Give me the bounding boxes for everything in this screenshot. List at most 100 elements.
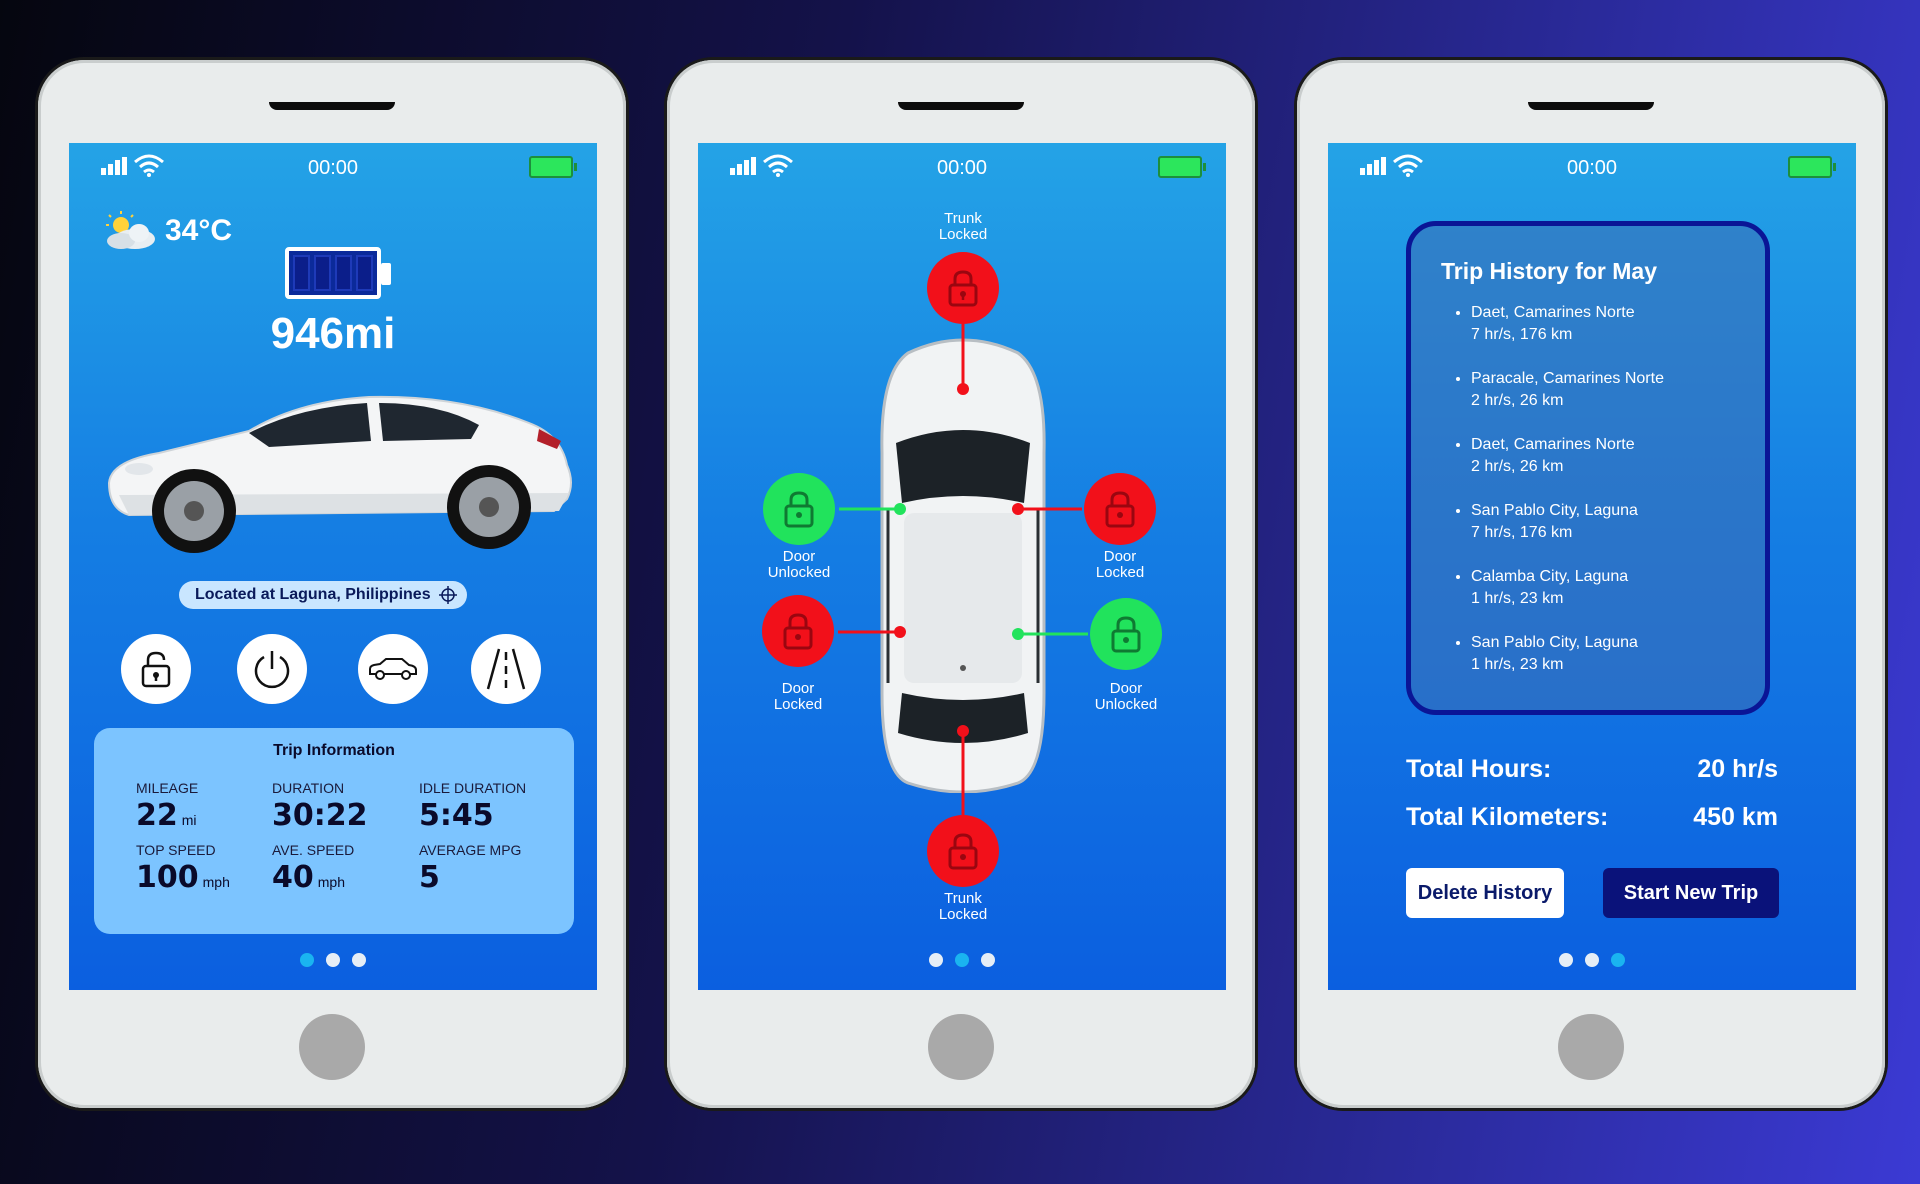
range-value: 946mi xyxy=(270,309,396,358)
home-button[interactable] xyxy=(299,1014,365,1080)
stat-value: 5:45 xyxy=(419,798,494,833)
page-dot-2[interactable] xyxy=(326,953,340,967)
home-button[interactable] xyxy=(928,1014,994,1080)
trip-history-title: Trip History for May xyxy=(1441,258,1657,284)
trunk-bottom-lock[interactable] xyxy=(927,815,999,887)
stat-idle-duration: IDLE DURATION 5:45 xyxy=(419,780,526,833)
total-km-label: Total Kilometers: xyxy=(1406,803,1609,831)
door-left-front-label: Door Unlocked xyxy=(767,548,831,581)
power-icon xyxy=(254,651,290,689)
list-item[interactable]: Paracale, Camarines Norte2 hr/s, 26 km xyxy=(1471,368,1771,412)
page-dot-1[interactable] xyxy=(300,953,314,967)
clock: 00:00 xyxy=(1566,157,1618,179)
page-indicator xyxy=(1328,953,1856,972)
unlock-icon xyxy=(141,651,171,688)
crosshair-icon xyxy=(438,586,457,604)
stat-top-speed: TOP SPEED 100 mph xyxy=(136,842,230,895)
page-dot-1[interactable] xyxy=(929,953,943,967)
unlock-button[interactable] xyxy=(121,634,191,704)
stat-label: DURATION xyxy=(272,780,345,796)
speaker-slot xyxy=(1528,102,1654,110)
page-indicator xyxy=(698,953,1226,972)
start-new-trip-button[interactable]: Start New Trip xyxy=(1603,868,1779,918)
phone-frame-3: 00:00 Trip History for May Daet, Camarin… xyxy=(1297,60,1885,1108)
trunk-top-label: Trunk Locked xyxy=(938,210,988,243)
total-hours-label: Total Hours: xyxy=(1406,755,1552,783)
page-dot-2[interactable] xyxy=(1585,953,1599,967)
delete-history-button[interactable]: Delete History xyxy=(1406,868,1564,918)
stat-unit: mph xyxy=(202,874,230,890)
road-icon xyxy=(486,648,526,690)
trip-history-list: Daet, Camarines Norte7 hr/s, 176 km Para… xyxy=(1451,302,1771,698)
stat-value: 22 xyxy=(136,798,178,833)
power-button[interactable] xyxy=(237,634,307,704)
stat-average-mpg: AVERAGE MPG 5 xyxy=(419,842,521,895)
page-dot-1[interactable] xyxy=(1559,953,1573,967)
stat-label: AVE. SPEED xyxy=(272,842,355,858)
stat-mileage: MILEAGE 22 mi xyxy=(136,780,198,833)
total-km-row: Total Kilometers: 450 km xyxy=(1406,803,1778,832)
screen-trip-history: 00:00 Trip History for May Daet, Camarin… xyxy=(1328,143,1856,990)
trip-button[interactable] xyxy=(471,634,541,704)
speaker-slot xyxy=(269,102,395,110)
partly-cloudy-icon xyxy=(106,211,155,249)
lock-icon xyxy=(783,613,813,650)
lock-icon xyxy=(1105,491,1135,528)
door-right-front-lock[interactable] xyxy=(1084,473,1156,545)
stat-average-speed: AVE. SPEED 40 mph xyxy=(272,842,354,895)
phone-frame-1: 00:00 34°C 946mi Located at Laguna, Phil… xyxy=(38,60,626,1108)
car-status-button[interactable] xyxy=(358,634,428,704)
unlock-icon xyxy=(1111,616,1141,653)
stat-label: MILEAGE xyxy=(136,780,199,796)
stat-unit: mi xyxy=(181,812,197,828)
screen-dashboard: 00:00 34°C 946mi Located at Laguna, Phil… xyxy=(69,143,597,990)
list-item[interactable]: San Pablo City, Laguna7 hr/s, 176 km xyxy=(1471,500,1771,544)
lock-icon xyxy=(948,270,978,307)
stat-duration: DURATION 30:22 xyxy=(272,780,368,833)
clock: 00:00 xyxy=(307,157,359,179)
stat-label: TOP SPEED xyxy=(136,842,216,858)
page-dot-3[interactable] xyxy=(981,953,995,967)
door-right-rear-label: Door Unlocked xyxy=(1094,680,1158,713)
page-indicator xyxy=(69,953,597,972)
page-dot-3[interactable] xyxy=(1611,953,1625,967)
door-right-rear-lock[interactable] xyxy=(1090,598,1162,670)
battery-icon xyxy=(529,156,577,178)
list-item[interactable]: Daet, Camarines Norte7 hr/s, 176 km xyxy=(1471,302,1771,346)
list-item[interactable]: San Pablo City, Laguna1 hr/s, 23 km xyxy=(1471,632,1771,676)
stat-value: 100 xyxy=(136,860,199,895)
trunk-bottom-label: Trunk Locked xyxy=(938,890,988,923)
trip-info-title: Trip Information xyxy=(273,742,395,759)
list-item[interactable]: Calamba City, Laguna1 hr/s, 23 km xyxy=(1471,566,1771,610)
stat-unit: mph xyxy=(317,874,345,890)
door-left-rear-label: Door Locked xyxy=(773,680,823,713)
stat-value: 5 xyxy=(419,860,440,895)
temperature: 34°C xyxy=(165,214,233,247)
trunk-top-lock[interactable] xyxy=(927,252,999,324)
weather: 34°C xyxy=(99,209,232,253)
total-km-value: 450 km xyxy=(1693,803,1778,831)
lock-icon xyxy=(948,833,978,870)
battery-icon xyxy=(1788,156,1836,178)
trip-information-card: Trip Information MILEAGE 22 mi DURATION 3… xyxy=(94,728,574,934)
total-hours-row: Total Hours: 20 hr/s xyxy=(1406,755,1778,784)
quick-actions xyxy=(121,634,541,706)
trip-history-card: Trip History for May Daet, Camarines Nor… xyxy=(1406,221,1770,715)
stat-label: IDLE DURATION xyxy=(419,780,527,796)
screen-locks: 00:00 Trunk Locked Door Unlocked Door Lo… xyxy=(698,143,1226,990)
location-pill[interactable]: Located at Laguna, Philippines xyxy=(179,581,467,609)
location-text: Located at Laguna, Philippines xyxy=(195,586,431,603)
unlock-icon xyxy=(784,491,814,528)
home-button[interactable] xyxy=(1558,1014,1624,1080)
stat-label: AVERAGE MPG xyxy=(419,842,522,858)
door-left-front-lock[interactable] xyxy=(763,473,835,545)
vehicle-battery-icon xyxy=(285,247,391,299)
door-right-front-label: Door Locked xyxy=(1095,548,1145,581)
door-left-rear-lock[interactable] xyxy=(762,595,834,667)
car-side-image xyxy=(107,395,572,553)
status-bar: 00:00 xyxy=(69,151,597,181)
list-item[interactable]: Daet, Camarines Norte2 hr/s, 26 km xyxy=(1471,434,1771,478)
page-dot-3[interactable] xyxy=(352,953,366,967)
page-dot-2[interactable] xyxy=(955,953,969,967)
status-bar: 00:00 xyxy=(1328,151,1856,181)
